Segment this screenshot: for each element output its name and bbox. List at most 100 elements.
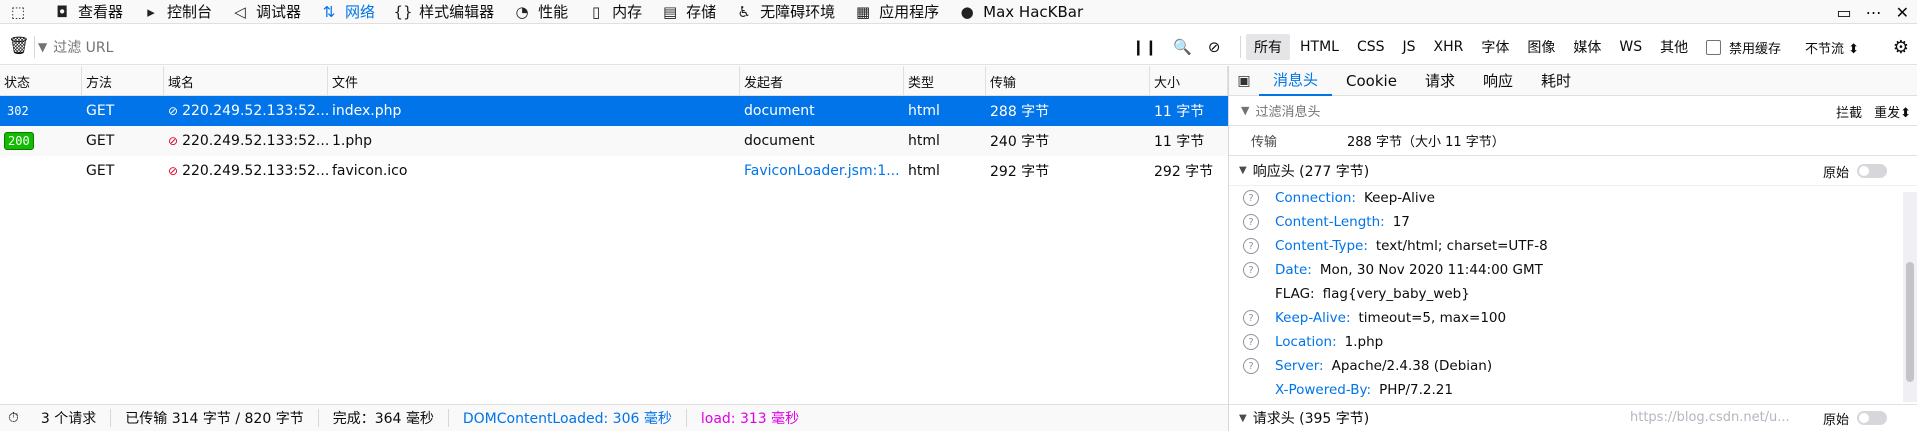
request-headers-section[interactable]: ▼ 请求头 (395 字节) 原始	[1228, 404, 1917, 431]
insecure-lock-icon: ⊘	[168, 164, 179, 178]
header-row[interactable]: ? Keep-Alive: timeout=5, max=100	[1229, 306, 1917, 330]
column-header[interactable]: 发起者	[740, 66, 904, 96]
help-icon[interactable]: ?	[1243, 238, 1259, 254]
column-header[interactable]: 域名	[164, 66, 328, 96]
type-filter-0[interactable]: 所有	[1246, 34, 1290, 60]
header-row[interactable]: ? Server: Apache/2.4.38 (Debian)	[1229, 354, 1917, 378]
details-tab-4[interactable]: 耗时	[1527, 66, 1585, 96]
gear-icon[interactable]: ⚙	[1893, 37, 1909, 58]
type-filter-9[interactable]: 其他	[1652, 34, 1696, 60]
toolbar-tab-8[interactable]: ▤ 存储	[660, 0, 716, 24]
table-row[interactable]: 302 GET ⊘ 220.249.52.133:52... index.php docu…	[0, 96, 1228, 126]
details-scrollbar[interactable]	[1903, 192, 1917, 402]
toolbar-tab-10[interactable]: ▦ 应用程序	[853, 0, 939, 24]
watermark: https://blog.csdn.net/u...	[1630, 410, 1790, 425]
header-row[interactable]: ? Location: 1.php	[1229, 330, 1917, 354]
response-headers-title: 响应头 (277 字节)	[1252, 163, 1370, 180]
response-headers-section[interactable]: ▼ 响应头 (277 字节) 原始	[1229, 156, 1917, 186]
type-filter-3[interactable]: JS	[1395, 36, 1424, 58]
header-row[interactable]: ? Content-Type: text/html; charset=UTF-8	[1229, 234, 1917, 258]
headers-filter-input[interactable]: ▼ 过滤消息头 拦截 重发⬍	[1229, 96, 1917, 126]
resend-button[interactable]: 重发⬍	[1874, 102, 1911, 121]
toolbar-tab-4[interactable]: ⇅ 网络	[319, 0, 375, 24]
cell-domain: ⊘ 220.249.52.133:52...	[164, 126, 328, 156]
raw-label: 原始	[1822, 412, 1849, 428]
transfer-key: 传输	[1251, 135, 1278, 150]
more-menu-icon[interactable]: ⋯	[1866, 3, 1882, 22]
disable-cache-checkbox[interactable]	[1706, 39, 1721, 55]
toolbar-tab-11[interactable]: ● Max HacKBar	[957, 0, 1084, 24]
toolbar-tab-3[interactable]: ◁ 调试器	[230, 0, 301, 24]
accessibility-person-icon: ♿	[737, 2, 751, 21]
storage-icon: ▤	[663, 2, 678, 21]
domain-text: 220.249.52.133:52...	[182, 163, 328, 179]
type-filter-6[interactable]: 图像	[1519, 34, 1563, 60]
initiator-text[interactable]: FaviconLoader.jsm:1...	[744, 163, 900, 179]
scrollbar-thumb[interactable]	[1906, 262, 1914, 382]
details-tab-2[interactable]: 请求	[1411, 66, 1469, 96]
header-name: Content-Type:	[1275, 238, 1368, 254]
column-header[interactable]: 文件	[328, 66, 740, 96]
type-filter-7[interactable]: 媒体	[1565, 34, 1609, 60]
trash-icon[interactable]: 🗑	[8, 36, 30, 56]
table-header: 状态 方法 域名 文件 发起者 类型 传输 大小	[0, 66, 1228, 96]
search-icon[interactable]: 🔍	[1173, 38, 1192, 56]
cell-type: html	[904, 126, 986, 156]
toolbar-tab-label: 性能	[538, 3, 569, 21]
initiator-text[interactable]: document	[744, 103, 815, 119]
help-icon[interactable]: ?	[1243, 310, 1259, 326]
raw-toggle[interactable]	[1857, 411, 1887, 425]
column-header[interactable]: 传输	[986, 66, 1150, 96]
header-row[interactable]: ? X-Powered-By: PHP/7.2.21	[1229, 378, 1917, 402]
type-filter-1[interactable]: HTML	[1292, 36, 1347, 58]
domain-text: 220.249.52.133:52...	[182, 133, 328, 149]
raw-toggle[interactable]	[1857, 164, 1887, 178]
toolbar-tab-6[interactable]: ◔ 性能	[512, 0, 569, 24]
column-header[interactable]: 类型	[904, 66, 986, 96]
request-table: 状态 方法 域名 文件 发起者 类型 传输 大小 302 GET ⊘ 220.249.52.133:…	[0, 66, 1228, 404]
type-filter-5[interactable]: 字体	[1473, 34, 1517, 60]
type-filter-8[interactable]: WS	[1611, 36, 1650, 58]
toolbar-tab-5[interactable]: {} 样式编辑器	[393, 0, 495, 24]
dock-panel-icon[interactable]: ▣	[1229, 73, 1259, 89]
element-picker-button[interactable]: ⬚	[8, 0, 34, 24]
help-icon[interactable]: ?	[1243, 190, 1259, 206]
header-row[interactable]: ? Connection: Keep-Alive	[1229, 186, 1917, 210]
toolbar-tab-9[interactable]: ♿ 无障碍环境	[734, 0, 835, 24]
header-row[interactable]: ? FLAG: flag{very_baby_web}	[1229, 282, 1917, 306]
details-tab-1[interactable]: Cookie	[1332, 66, 1411, 96]
block-icon[interactable]: ⊘	[1208, 38, 1221, 56]
block-button[interactable]: 拦截	[1836, 102, 1862, 121]
column-header[interactable]: 大小	[1150, 66, 1228, 96]
toolbar-tab-label: 网络	[345, 3, 376, 21]
help-icon[interactable]: ?	[1243, 262, 1259, 278]
help-icon[interactable]: ?	[1243, 334, 1259, 350]
type-filter-2[interactable]: CSS	[1349, 36, 1393, 58]
pause-icon[interactable]: ❙❙	[1132, 38, 1157, 56]
table-row[interactable]: 200 GET ⊘ 220.249.52.133:52... 1.php document…	[0, 126, 1228, 156]
column-header[interactable]: 状态	[0, 66, 82, 96]
header-row[interactable]: ? Date: Mon, 30 Nov 2020 11:44:00 GMT	[1229, 258, 1917, 282]
request-count: 3 个请求	[27, 409, 112, 427]
details-tab-3[interactable]: 响应	[1469, 66, 1527, 96]
table-row[interactable]: GET ⊘ 220.249.52.133:52... favicon.ico Favic…	[0, 156, 1228, 186]
cell-size: 11 字节	[1150, 96, 1228, 126]
size-text: 11 字节	[1154, 104, 1205, 120]
cell-type: html	[904, 96, 986, 126]
help-icon[interactable]: ?	[1243, 214, 1259, 230]
details-tab-0[interactable]: 消息头	[1259, 66, 1333, 96]
header-row[interactable]: ? Content-Length: 17	[1229, 210, 1917, 234]
type-filter-4[interactable]: XHR	[1426, 36, 1472, 58]
close-icon[interactable]: ✕	[1896, 3, 1909, 22]
dock-side-icon[interactable]: ▭	[1836, 3, 1851, 22]
cell-type: html	[904, 156, 986, 186]
toolbar-tab-2[interactable]: ▸ 控制台	[141, 0, 212, 24]
help-icon[interactable]: ?	[1243, 358, 1259, 374]
toolbar-tab-1[interactable]: ◘ 查看器	[52, 0, 123, 24]
column-header[interactable]: 方法	[82, 66, 164, 96]
initiator-text[interactable]: document	[744, 133, 815, 149]
url-filter-input[interactable]: ▼ 过滤 URL	[38, 29, 1124, 65]
throttle-select[interactable]: 不节流 ⬍	[1805, 38, 1859, 57]
network-filter-bar: 🗑 ▼ 过滤 URL ❙❙ 🔍 ⊘ 所有 HTML CSS JS XHR 字体 图像 媒体 WS…	[0, 29, 1917, 65]
toolbar-tab-7[interactable]: ▯ 内存	[586, 0, 642, 24]
